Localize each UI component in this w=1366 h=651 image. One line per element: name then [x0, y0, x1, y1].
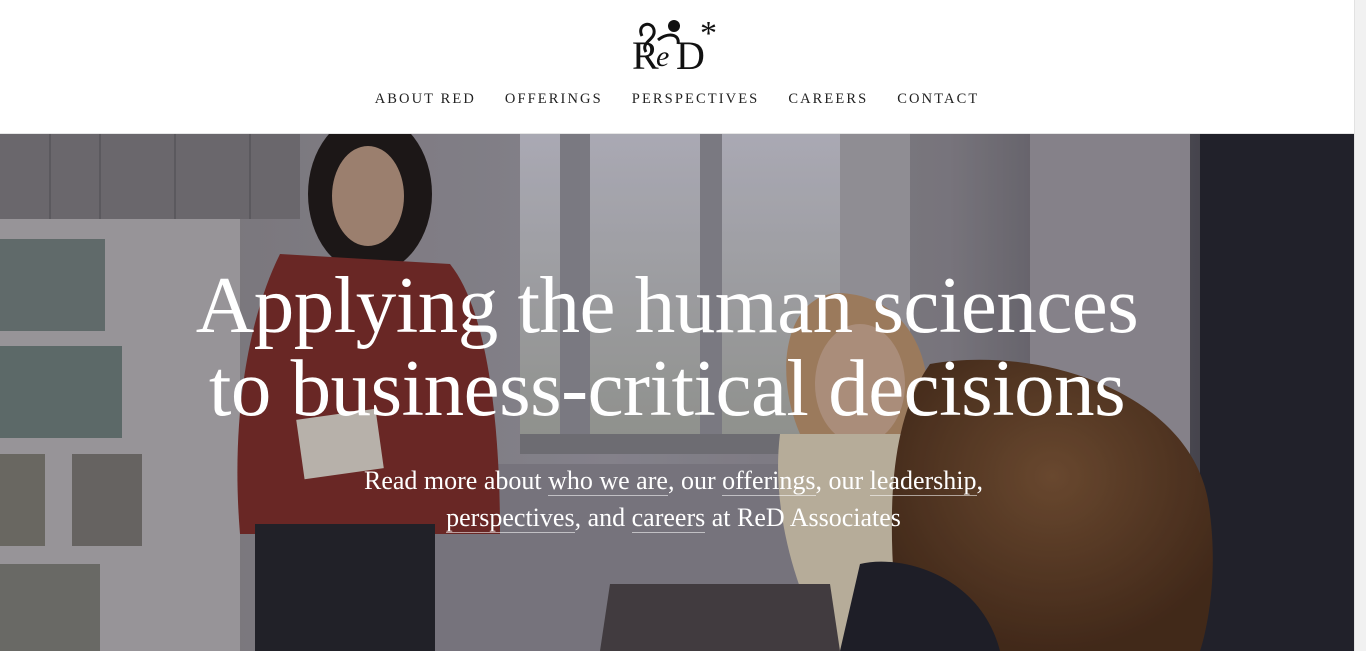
red-associates-logo[interactable]: R e D * [628, 14, 728, 78]
link-offerings[interactable]: offerings [722, 466, 816, 496]
subtext-fragment: , [976, 466, 984, 495]
hero-section: Applying the human sciences to business-… [0, 134, 1354, 651]
hero-headline: Applying the human sciences to business-… [0, 264, 1334, 430]
nav-item-offerings[interactable]: OFFERINGS [505, 90, 603, 110]
subtext-fragment: , our [667, 466, 723, 495]
subtext-fragment: , our [815, 466, 870, 495]
hero-headline-line-1: Applying the human sciences [195, 260, 1139, 350]
nav-item-careers[interactable]: CAREERS [788, 90, 868, 110]
nav-item-perspectives[interactable]: PERSPECTIVES [632, 90, 760, 110]
hero-headline-line-2: to business-critical decisions [208, 343, 1126, 433]
nav-item-about-red[interactable]: ABOUT RED [375, 90, 476, 110]
link-who-we-are[interactable]: who we are [548, 466, 668, 496]
link-careers[interactable]: careers [631, 503, 706, 533]
svg-text:*: * [700, 15, 717, 52]
logo-mark: R e D * [632, 15, 717, 78]
svg-text:R: R [632, 33, 659, 76]
subtext-fragment: at ReD Associates [705, 503, 901, 532]
site-header: R e D * ABOUT RED OFFERINGS PERSPECTIVES… [0, 0, 1354, 134]
page-scrollbar[interactable] [1354, 0, 1366, 651]
svg-text:e: e [656, 40, 669, 73]
link-leadership[interactable]: leadership [869, 466, 977, 496]
nav-item-contact[interactable]: CONTACT [897, 90, 979, 110]
hero-subtext: Read more about who we are, our offering… [0, 462, 1347, 536]
main-nav: ABOUT RED OFFERINGS PERSPECTIVES CAREERS… [0, 90, 1354, 110]
subtext-fragment: , and [574, 503, 632, 532]
subtext-fragment: Read more about [363, 466, 549, 495]
link-perspectives[interactable]: perspectives [446, 503, 575, 533]
